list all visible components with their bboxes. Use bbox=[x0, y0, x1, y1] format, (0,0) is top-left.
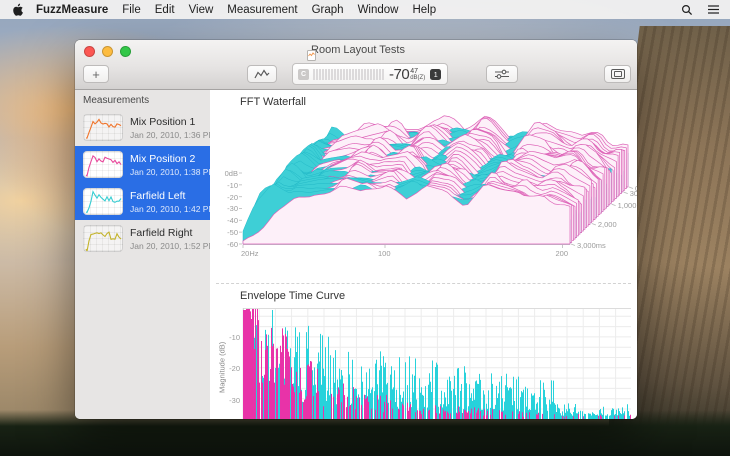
spotlight-search-icon[interactable] bbox=[680, 3, 694, 17]
panel-icon bbox=[611, 69, 625, 79]
measurement-row-mix-position-1[interactable]: Mix Position 1 Jan 20, 2010, 1:36 PM bbox=[75, 109, 210, 146]
waterfall-ytick: -30 bbox=[212, 204, 238, 213]
apple-menu-icon[interactable] bbox=[12, 3, 24, 16]
measurement-name: Mix Position 1 bbox=[130, 116, 210, 128]
menu-item-measurement[interactable]: Measurement bbox=[227, 4, 297, 16]
measurement-name: Farfield Right bbox=[130, 227, 210, 239]
menu-item-help[interactable]: Help bbox=[412, 4, 436, 16]
settings-sliders-button[interactable] bbox=[486, 65, 518, 83]
measurement-date: Jan 20, 2010, 1:42 PM bbox=[130, 204, 210, 214]
level-value: -70 bbox=[389, 66, 409, 83]
envelope-ytick: -20 bbox=[214, 364, 240, 373]
input-level-meter[interactable]: C -70 47 dB(Z) 1 bbox=[292, 63, 448, 85]
waterfall-depth-tick: 300 bbox=[630, 189, 637, 198]
graphs-pane: FFT Waterfall 0dB-10-20-30-40-50-6020Hz1… bbox=[210, 90, 637, 419]
add-measurement-button[interactable]: + bbox=[83, 65, 109, 83]
fft-waterfall-chart bbox=[210, 90, 637, 290]
menu-item-view[interactable]: View bbox=[189, 4, 214, 16]
section-divider bbox=[216, 283, 631, 284]
menu-bar: FuzzMeasure File Edit View Measurement Graph… bbox=[0, 0, 730, 19]
level-meter-bars bbox=[313, 69, 385, 80]
measurement-date: Jan 20, 2010, 1:36 PM bbox=[130, 130, 210, 140]
waterfall-depth-tick: 1,000 bbox=[618, 201, 637, 210]
menu-item-window[interactable]: Window bbox=[358, 4, 399, 16]
measurement-thumbnail bbox=[83, 151, 123, 178]
waterfall-xtick: 200 bbox=[556, 249, 569, 258]
level-reading: -70 47 dB(Z) 1 bbox=[389, 66, 441, 83]
waterfall-ytick: -10 bbox=[212, 181, 238, 190]
waterfall-xtick: 100 bbox=[378, 249, 391, 258]
app-window: Room Layout Tests + C -70 47 dB(Z) 1 bbox=[75, 40, 637, 419]
measurement-name: Farfield Left bbox=[130, 190, 210, 202]
waterfall-ytick: -50 bbox=[212, 228, 238, 237]
waveform-icon bbox=[254, 69, 270, 80]
waterfall-ytick: -40 bbox=[212, 216, 238, 225]
menu-item-file[interactable]: File bbox=[122, 4, 141, 16]
measurement-thumbnail bbox=[83, 188, 123, 215]
measurement-date: Jan 20, 2010, 1:38 PM bbox=[130, 167, 210, 177]
level-fraction: 47 bbox=[410, 68, 425, 75]
measurement-thumbnail bbox=[83, 114, 123, 141]
menu-item-edit[interactable]: Edit bbox=[155, 4, 175, 16]
toggle-sidebar-button[interactable] bbox=[604, 65, 631, 83]
measurements-sidebar: Measurements Mix Position 1 Jan 20, 2010,… bbox=[75, 90, 210, 419]
waterfall-ytick: -60 bbox=[212, 240, 238, 249]
waterfall-ytick: 0dB bbox=[212, 169, 238, 178]
measurement-date: Jan 20, 2010, 1:52 PM bbox=[130, 241, 210, 251]
sidebar-header: Measurements bbox=[75, 90, 210, 109]
menu-item-graph[interactable]: Graph bbox=[312, 4, 344, 16]
envelope-time-curve-chart bbox=[243, 308, 631, 419]
measurement-row-mix-position-2[interactable]: Mix Position 2 Jan 20, 2010, 1:38 PM bbox=[75, 146, 210, 183]
waterfall-ytick: -20 bbox=[212, 193, 238, 202]
waterfall-depth-tick: 2,000 bbox=[598, 220, 617, 229]
envelope-ytick: -10 bbox=[214, 333, 240, 342]
calibration-chip: C bbox=[298, 69, 309, 80]
sliders-icon bbox=[494, 69, 510, 79]
channel-badge: 1 bbox=[430, 69, 441, 80]
graph-style-button[interactable] bbox=[247, 65, 277, 83]
window-title: Room Layout Tests bbox=[311, 44, 405, 56]
title-bar[interactable]: Room Layout Tests bbox=[75, 40, 637, 61]
notification-center-icon[interactable] bbox=[706, 3, 720, 17]
waterfall-depth-tick: 3,000ms bbox=[577, 241, 606, 250]
level-unit: dB(Z) bbox=[410, 75, 425, 81]
measurement-row-farfield-left[interactable]: Farfield Left Jan 20, 2010, 1:42 PM bbox=[75, 183, 210, 220]
add-button-label: + bbox=[92, 67, 100, 82]
envelope-ytick: -30 bbox=[214, 396, 240, 405]
waterfall-xtick: 20Hz bbox=[241, 249, 259, 258]
measurement-name: Mix Position 2 bbox=[130, 153, 210, 165]
menu-app-name[interactable]: FuzzMeasure bbox=[36, 4, 108, 16]
measurement-row-farfield-right[interactable]: Farfield Right Jan 20, 2010, 1:52 PM bbox=[75, 220, 210, 257]
window-chrome: Room Layout Tests + C -70 47 dB(Z) 1 bbox=[75, 40, 637, 90]
envelope-title: Envelope Time Curve bbox=[240, 290, 345, 302]
measurement-thumbnail bbox=[83, 225, 123, 252]
